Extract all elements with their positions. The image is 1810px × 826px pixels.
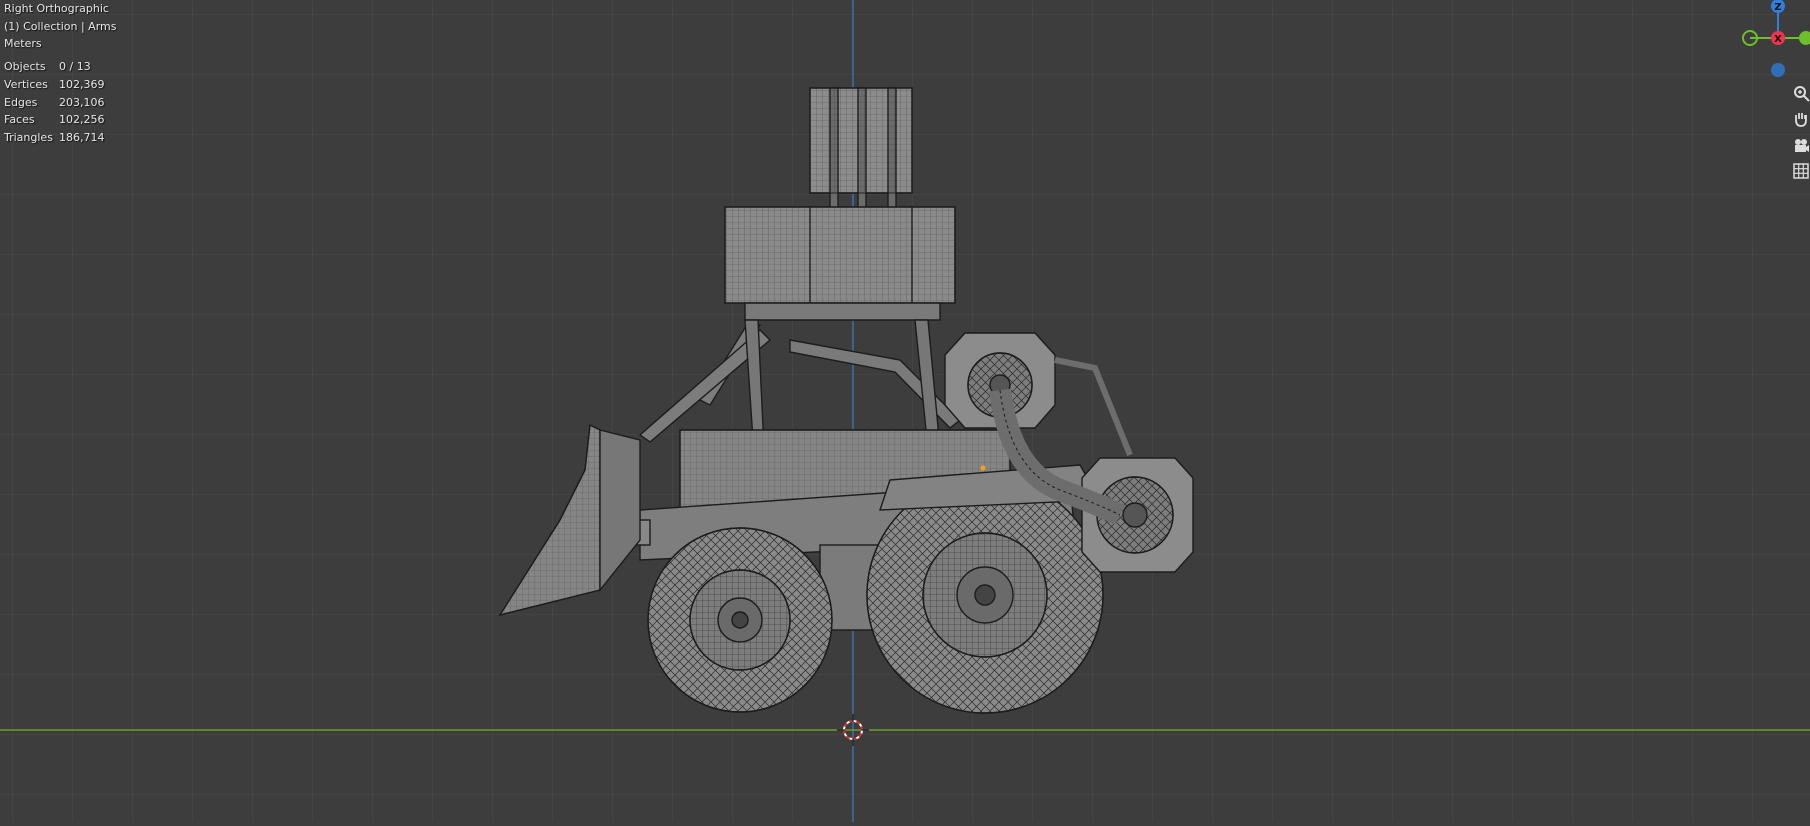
stat-value: 0 / 13 (59, 60, 91, 73)
grid-icon[interactable] (1790, 158, 1810, 184)
camera-icon[interactable] (1790, 132, 1810, 158)
stat-value: 102,369 (59, 77, 105, 91)
stat-edges: Edges 203,106 (4, 96, 105, 114)
zoom-icon[interactable] (1790, 80, 1810, 106)
navigation-gizmo[interactable]: Z X (1736, 0, 1810, 80)
y-axis-handle[interactable] (1799, 31, 1810, 45)
stat-label: Objects (4, 60, 46, 73)
front-tire (866, 476, 1104, 714)
stat-value: 186,714 (59, 131, 105, 145)
stat-vertices: Vertices 102,369 (4, 78, 105, 96)
viewport-info: Right Orthographic (1) Collection | Arms… (4, 0, 117, 53)
stat-label: Triangles (4, 131, 53, 145)
stat-triangles: Triangles 186,714 (4, 131, 105, 149)
x-axis-label: X (1774, 34, 1782, 45)
scene-statistics: Objects 0 / 13 Vertices 102,369 Edges 20… (4, 60, 105, 149)
stat-value: 203,106 (59, 95, 105, 109)
stat-objects: Objects 0 / 13 (4, 60, 105, 78)
unit-system: Meters (4, 37, 42, 51)
stat-value: 102,256 (59, 113, 105, 127)
z-axis-label: Z (1774, 2, 1781, 13)
collection-info: (1) Collection | Arms (4, 19, 117, 33)
stat-label: Edges (4, 95, 38, 109)
stat-label: Faces (4, 113, 35, 127)
stat-faces: Faces 102,256 (4, 113, 105, 131)
3d-viewport[interactable] (0, 0, 1810, 822)
rear-tire (647, 527, 833, 713)
stat-label: Vertices (4, 77, 48, 91)
viewport-canvas (0, 0, 1810, 822)
hand-icon[interactable] (1790, 106, 1810, 132)
view-name: Right Orthographic (4, 2, 109, 15)
neg-z-axis-handle[interactable] (1771, 63, 1785, 77)
viewport-navigation (1790, 80, 1810, 184)
